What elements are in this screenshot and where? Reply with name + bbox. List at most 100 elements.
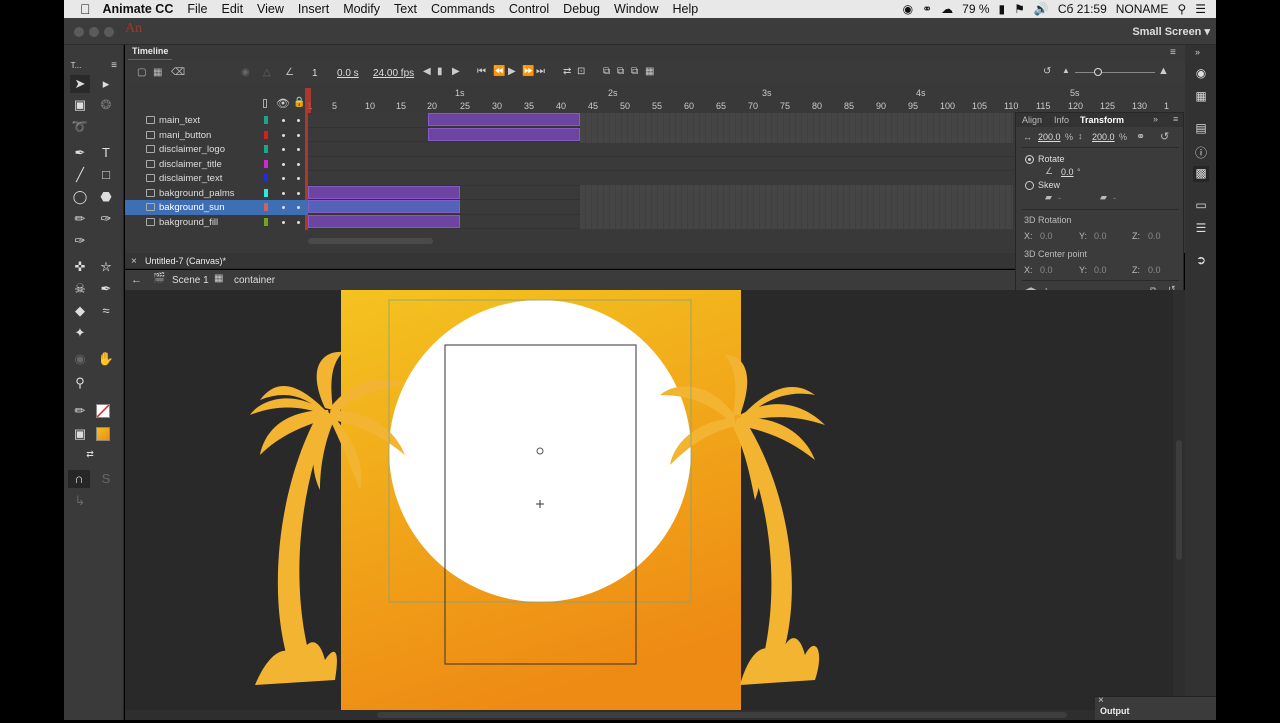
rotate-radio[interactable] — [1025, 155, 1034, 164]
swap-colors-icon[interactable]: ⇄ — [80, 445, 100, 463]
modify-markers-icon[interactable]: ▦ — [645, 66, 654, 77]
layer-color-swatch[interactable] — [264, 159, 268, 168]
frames-grid[interactable] — [308, 113, 1013, 231]
paint-bucket-tool-icon[interactable]: ⛦ — [96, 258, 116, 276]
pin-tool-icon[interactable]: ✦ — [70, 324, 90, 342]
fill-color-icon[interactable]: ▣ — [70, 425, 90, 443]
eye-icon[interactable]: 👁 — [276, 97, 290, 110]
lock-dot[interactable] — [297, 162, 300, 166]
pencil-tool-icon[interactable]: ✏ — [70, 210, 90, 228]
scale-width-value[interactable]: 200.0 — [1038, 132, 1061, 142]
layer-color-swatch[interactable] — [264, 174, 268, 182]
onion-skin-icon[interactable]: ⧉ — [603, 66, 610, 77]
tab-info[interactable]: Info — [1054, 115, 1069, 125]
layer-color-swatch[interactable] — [264, 188, 268, 197]
menu-text[interactable]: Text — [394, 2, 417, 16]
timeline-zoom-slider[interactable] — [1075, 72, 1155, 73]
menu-help[interactable]: Help — [672, 2, 698, 16]
zoom-window-button[interactable] — [104, 27, 114, 37]
collapse-panels-icon[interactable]: » — [1195, 47, 1200, 57]
expand-panel-icon[interactable]: » — [1153, 114, 1158, 124]
visibility-dot[interactable] — [282, 119, 285, 122]
menu-view[interactable]: View — [257, 2, 284, 16]
new-folder-icon[interactable]: ▦ — [153, 67, 162, 78]
workspace-switcher[interactable]: Small Screen ▾ — [1132, 25, 1210, 38]
lock-dot[interactable] — [297, 133, 300, 137]
extended-frames[interactable] — [580, 113, 1013, 143]
camera-layer-icon[interactable]: ◉ — [241, 67, 250, 78]
rotate-value[interactable]: 0.0 — [1061, 167, 1074, 177]
add-keyframe-icon[interactable]: ▮ — [437, 66, 443, 77]
visibility-dot[interactable] — [282, 220, 285, 224]
menu-window[interactable]: Window — [614, 2, 658, 16]
lock-dot[interactable] — [297, 177, 300, 180]
transform-icon[interactable]: ▩ — [1193, 166, 1209, 182]
menu-edit[interactable]: Edit — [222, 2, 244, 16]
layer-color-swatch[interactable] — [264, 217, 268, 226]
eyedropper-tool-icon[interactable]: ✒ — [96, 280, 116, 298]
output-tab[interactable]: Output — [1100, 706, 1130, 716]
hscroll-thumb[interactable] — [377, 712, 1067, 718]
components-icon[interactable]: ▭ — [1193, 198, 1209, 214]
play-icon[interactable]: ▶ — [508, 66, 516, 77]
sync-icon[interactable]: ⚭ — [922, 2, 932, 16]
rot-x-value[interactable]: 0.0 — [1040, 231, 1053, 241]
layer-name[interactable]: disclaimer_title — [159, 159, 222, 170]
center-frame-icon[interactable]: ⊡ — [577, 66, 585, 77]
reset-zoom-icon[interactable]: ↺ — [1043, 66, 1051, 77]
stage-hscrollbar[interactable] — [125, 710, 1173, 720]
layer-row-disclaimer-logo[interactable]: disclaimer_logo — [125, 142, 308, 157]
oval-tool-icon[interactable]: ◯ — [70, 188, 90, 206]
user-name[interactable]: NONAME — [1116, 2, 1169, 16]
hand-tool-icon[interactable]: ✋ — [96, 350, 116, 368]
rot-z-value[interactable]: 0.0 — [1148, 231, 1161, 241]
frame-row[interactable] — [308, 171, 1013, 186]
spotlight-icon[interactable]: ⚲ — [1177, 2, 1186, 16]
tab-align[interactable]: Align — [1022, 115, 1042, 125]
highlight-layers-icon[interactable] — [263, 99, 267, 108]
menu-commands[interactable]: Commands — [431, 2, 495, 16]
volume-icon[interactable]: 🔊 — [1034, 2, 1049, 16]
back-arrow-icon[interactable]: ← — [131, 274, 142, 286]
frame-rate[interactable]: 24.00 fps — [373, 68, 414, 79]
layer-name[interactable]: bakground_palms — [159, 188, 235, 199]
paint-brush-tool-icon[interactable]: ✑ — [70, 232, 90, 250]
document-tab[interactable]: Untitled-7 (Canvas)* — [145, 256, 226, 266]
layer-color-swatch[interactable] — [264, 203, 268, 211]
lasso-tool-icon[interactable]: ➰ — [70, 118, 90, 136]
assets-icon[interactable]: ◉ — [1193, 66, 1209, 82]
rot-y-value[interactable]: 0.0 — [1094, 231, 1107, 241]
timeline-tab[interactable]: Timeline — [128, 46, 173, 60]
vscroll-thumb[interactable] — [1176, 440, 1182, 560]
layer-name[interactable]: main_text — [159, 115, 200, 126]
stage-canvas[interactable] — [125, 290, 1173, 720]
layer-row-disclaimer-title[interactable]: disclaimer_title — [125, 157, 308, 172]
layer-row-mani-button[interactable]: mani_button — [125, 128, 308, 143]
layer-name[interactable]: disclaimer_logo — [159, 144, 225, 155]
delete-layer-icon[interactable]: ⌫ — [171, 67, 185, 78]
polystar-tool-icon[interactable]: ⬣ — [96, 188, 116, 206]
frame-span[interactable] — [308, 214, 460, 228]
layer-color-swatch[interactable] — [264, 145, 268, 153]
new-layer-icon[interactable]: ▢ — [137, 67, 146, 78]
line-tool-icon[interactable]: ╱ — [70, 166, 90, 184]
frame-span[interactable] — [308, 185, 460, 199]
skew-h-value[interactable]: - — [1058, 193, 1061, 203]
tab-transform[interactable]: Transform — [1080, 115, 1124, 125]
menu-control[interactable]: Control — [509, 2, 549, 16]
smooth-icon[interactable]: S — [96, 470, 116, 488]
eraser-tool-icon[interactable]: ◆ — [70, 302, 90, 320]
menu-app-name[interactable]: Animate CC — [103, 2, 174, 16]
close-tab-icon[interactable]: × — [131, 256, 137, 267]
layer-row-bakground-fill[interactable]: bakground_fill — [125, 215, 308, 230]
stage-area[interactable] — [125, 290, 1173, 720]
loop-icon[interactable]: ⇄ — [563, 66, 571, 77]
show-graph-icon[interactable]: ∠ — [285, 67, 294, 78]
code-snippets-icon[interactable]: ☰ — [1193, 221, 1209, 237]
tools-tab[interactable]: T... — [70, 57, 82, 75]
flag-icon[interactable]: ⚑ — [1014, 2, 1025, 16]
parenting-icon[interactable]: △ — [263, 67, 271, 78]
onion-outlines-icon[interactable]: ⧉ — [617, 66, 624, 77]
free-transform-tool-icon[interactable]: ▣ — [70, 96, 90, 114]
scene-breadcrumb[interactable]: Scene 1 — [172, 275, 209, 286]
